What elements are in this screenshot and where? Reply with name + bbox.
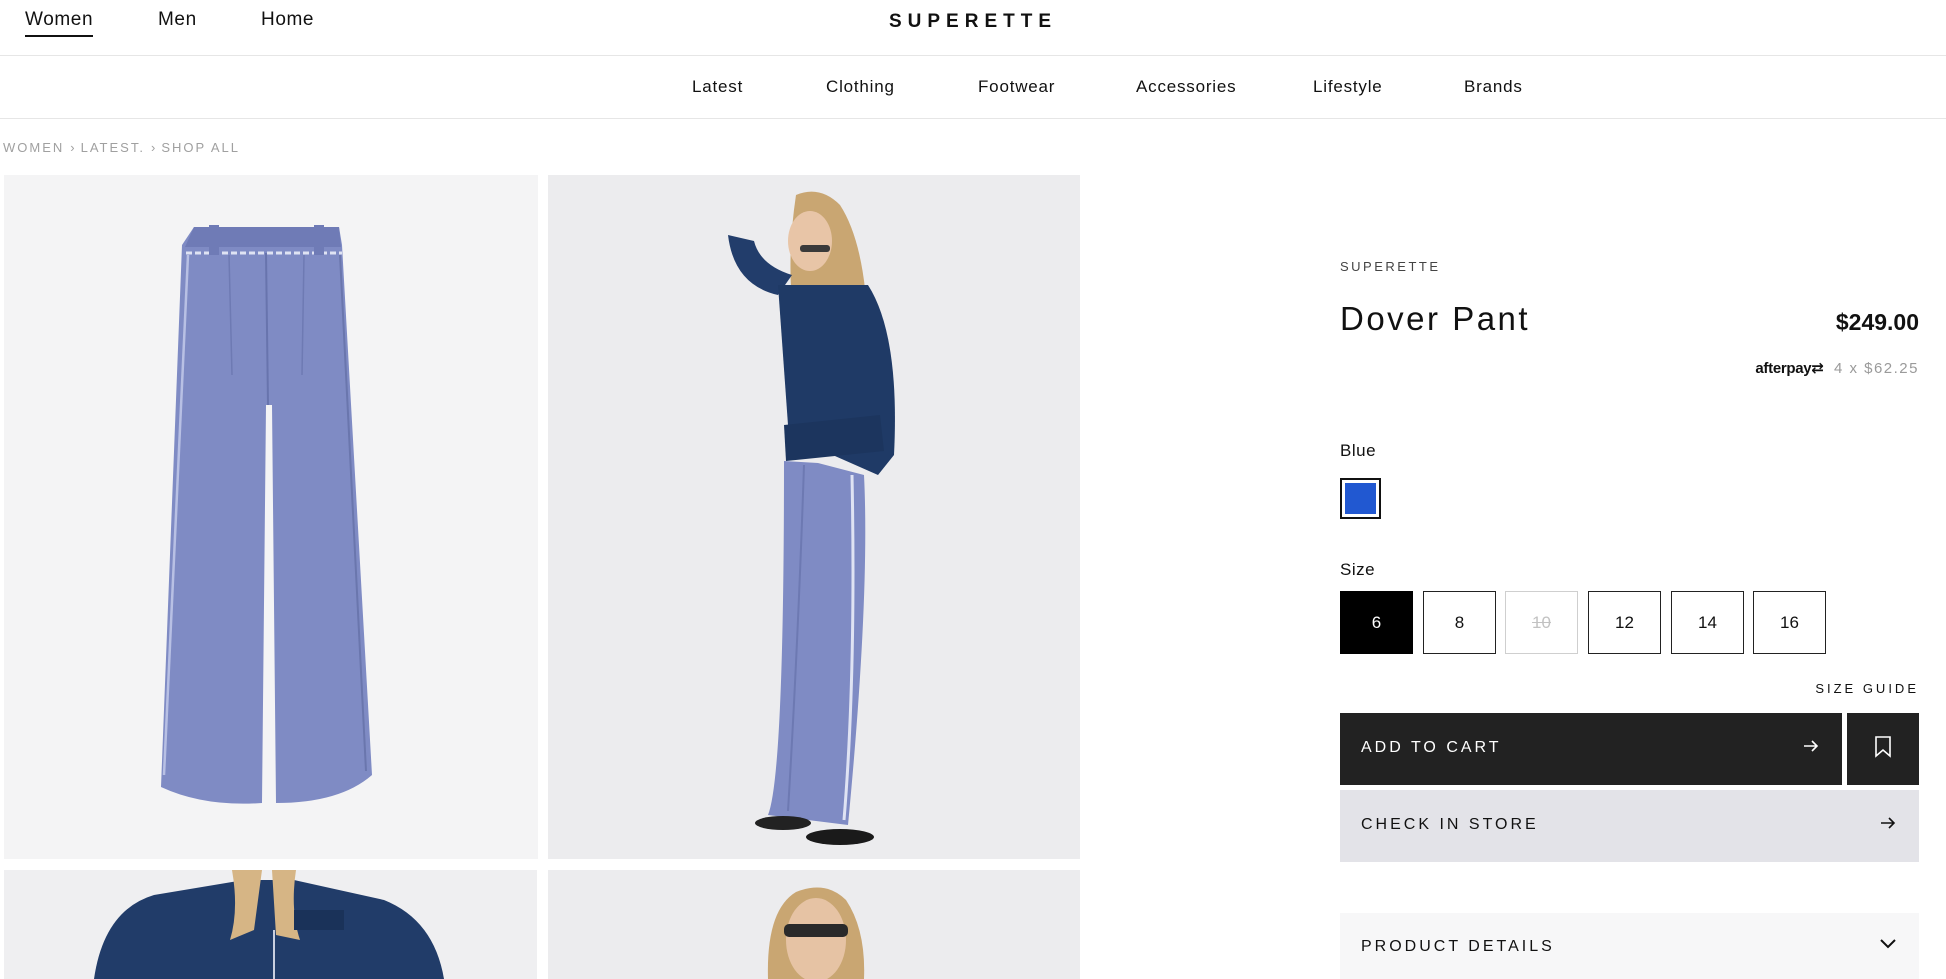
size-option-14[interactable]: 14 <box>1671 591 1744 654</box>
product-details-label: PRODUCT DETAILS <box>1361 938 1555 955</box>
bookmark-icon <box>1874 735 1892 763</box>
afterpay-installments: 4 x $62.25 <box>1833 360 1919 377</box>
afterpay-link-icon: ⇄ <box>1811 360 1824 377</box>
wishlist-button[interactable] <box>1847 713 1919 785</box>
product-image-model-front[interactable] <box>4 870 537 979</box>
category-nav: Latest Clothing Footwear Accessories Lif… <box>0 56 1946 119</box>
color-label: Blue <box>1340 441 1377 460</box>
arrow-right-icon <box>1879 814 1897 838</box>
category-link-lifestyle[interactable]: Lifestyle <box>1313 77 1383 97</box>
size-option-16[interactable]: 16 <box>1753 591 1826 654</box>
model-side-illustration <box>548 175 1080 859</box>
breadcrumb-separator-icon: › <box>150 140 156 155</box>
model-portrait-illustration <box>548 870 1080 979</box>
category-link-footwear[interactable]: Footwear <box>978 77 1055 97</box>
size-option-10[interactable]: 10 <box>1505 591 1578 654</box>
product-title: Dover Pant <box>1340 300 1531 337</box>
breadcrumb: WOMEN › LATEST. › SHOP ALL <box>3 140 240 155</box>
check-in-store-label: CHECK IN STORE <box>1361 816 1539 833</box>
pant-flat-illustration <box>161 225 372 804</box>
category-link-brands[interactable]: Brands <box>1464 77 1523 97</box>
product-price: $249.00 <box>1835 309 1919 335</box>
color-swatch-blue[interactable] <box>1340 478 1381 519</box>
size-guide-link[interactable]: SIZE GUIDE <box>1815 681 1919 696</box>
size-option-6[interactable]: 6 <box>1340 591 1413 654</box>
top-bar: Women Men Home SUPERETTE <box>0 0 1946 56</box>
size-option-8[interactable]: 8 <box>1423 591 1496 654</box>
product-details-accordion[interactable]: PRODUCT DETAILS <box>1340 913 1919 979</box>
size-label: Size <box>1340 560 1376 579</box>
breadcrumb-item-latest[interactable]: LATEST. <box>81 140 145 155</box>
category-link-latest[interactable]: Latest <box>692 77 743 97</box>
product-brand[interactable]: SUPERETTE <box>1340 259 1441 274</box>
category-link-accessories[interactable]: Accessories <box>1136 77 1236 97</box>
arrow-right-icon <box>1802 737 1820 761</box>
chevron-down-icon <box>1879 937 1897 955</box>
add-to-cart-button[interactable]: ADD TO CART <box>1340 713 1842 785</box>
product-image-front[interactable] <box>4 175 538 859</box>
site-logo[interactable]: SUPERETTE <box>0 11 1946 33</box>
size-option-12[interactable]: 12 <box>1588 591 1661 654</box>
add-to-cart-label: ADD TO CART <box>1361 739 1502 756</box>
check-in-store-button[interactable]: CHECK IN STORE <box>1340 790 1919 862</box>
breadcrumb-item-women[interactable]: WOMEN <box>3 140 64 155</box>
product-image-model-side[interactable] <box>548 175 1080 859</box>
breadcrumb-item-shop-all[interactable]: SHOP ALL <box>161 140 240 155</box>
afterpay-info: afterpay⇄ 4 x $62.25 <box>1755 359 1919 377</box>
product-image-model-portrait[interactable] <box>548 870 1080 979</box>
breadcrumb-separator-icon: › <box>70 140 75 155</box>
category-link-clothing[interactable]: Clothing <box>826 77 895 97</box>
afterpay-logo: afterpay <box>1755 360 1812 377</box>
color-swatch-fill <box>1345 483 1376 514</box>
model-front-illustration <box>4 870 537 979</box>
